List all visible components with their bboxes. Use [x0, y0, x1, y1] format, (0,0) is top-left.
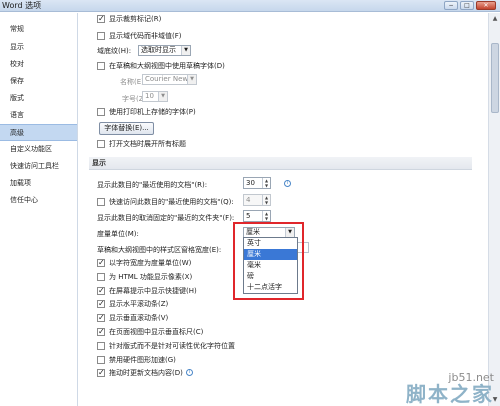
unpinned-folders-spinner[interactable]: 5 ▲ ▼ — [243, 210, 271, 222]
option-horizontal-scrollbar[interactable]: 显示水平滚动条(Z) — [97, 298, 168, 309]
vertical-scrollbar[interactable]: ▲ ▼ — [488, 13, 500, 406]
chevron-down-icon: ▼ — [187, 75, 196, 84]
checkbox[interactable] — [97, 107, 105, 116]
option-disable-hw-accel[interactable]: 禁用硬件图形加速(G) — [97, 354, 176, 365]
window-title: Word 选项 — [2, 1, 42, 10]
quick-access-recent-row[interactable]: 快速访问此数目的"最近使用的文档"(Q): — [97, 196, 234, 207]
checkbox[interactable] — [97, 139, 105, 148]
red-highlight-box — [233, 222, 304, 300]
checkbox[interactable] — [97, 286, 105, 295]
font-substitution-button[interactable]: 字体替换(E)... — [99, 122, 154, 135]
watermark-name: 脚本之家 — [406, 382, 494, 406]
minimize-button[interactable]: − — [444, 1, 458, 10]
spinner-arrows-icon[interactable]: ▲ ▼ — [262, 195, 270, 205]
field-shading-label: 域底纹(H): — [97, 46, 132, 55]
font-name-select[interactable]: Courier New ▼ — [142, 74, 197, 85]
sidebar-item-trust-center[interactable]: 信任中心 — [0, 192, 77, 209]
checkbox[interactable] — [97, 341, 105, 350]
recent-docs-row: 显示此数目的"最近使用的文档"(R): — [97, 179, 207, 190]
checkbox[interactable] — [97, 327, 105, 336]
sidebar: 常规 显示 校对 保存 版式 语言 高级 自定义功能区 快速访问工具栏 加载项 … — [0, 13, 78, 406]
checkbox[interactable] — [97, 368, 105, 377]
sidebar-item-layout[interactable]: 版式 — [0, 90, 77, 107]
title-bar: Word 选项 − □ ✕ — [0, 0, 500, 12]
info-icon: i — [284, 180, 291, 187]
spinner-arrows-icon[interactable]: ▲ ▼ — [262, 211, 270, 221]
checkbox[interactable] — [97, 197, 105, 206]
option-shortcut-tips[interactable]: 在屏幕提示中显示快捷键(H) — [97, 285, 197, 296]
spinner-arrows-icon[interactable]: ▲ ▼ — [262, 178, 270, 188]
info-icon: i — [185, 369, 193, 376]
close-button[interactable]: ✕ — [476, 1, 496, 10]
option-crop-marks[interactable]: 显示裁剪标记(R) — [97, 13, 161, 24]
display-section-header: 显示 — [89, 157, 472, 170]
style-area-width-row: 草稿和大纲视图中的样式区窗格宽度(E): — [97, 244, 221, 255]
maximize-button[interactable]: □ — [460, 1, 474, 10]
checkbox[interactable] — [97, 31, 105, 40]
checkbox[interactable] — [97, 272, 105, 281]
option-field-codes[interactable]: 显示域代码而非域值(F) — [97, 30, 182, 41]
scroll-up-icon[interactable]: ▲ — [490, 14, 500, 24]
chevron-down-icon: ▼ — [181, 46, 190, 55]
sidebar-item-quick-access-toolbar[interactable]: 快速访问工具栏 — [0, 158, 77, 175]
checkbox[interactable] — [97, 313, 105, 322]
style-area-width-label: 草稿和大纲视图中的样式区窗格宽度(E): — [97, 245, 222, 254]
sidebar-item-add-ins[interactable]: 加载项 — [0, 175, 77, 192]
option-printer-fonts[interactable]: 使用打印机上存储的字体(P) — [97, 106, 196, 117]
unpinned-folders-row: 显示此数目的取消固定的"最近的文件夹"(F): — [97, 212, 234, 223]
option-update-on-drag[interactable]: 拖动时更新文档内容(D) i — [97, 367, 193, 378]
checkbox[interactable] — [97, 258, 105, 267]
sidebar-item-advanced[interactable]: 高级 — [0, 124, 77, 141]
recent-docs-spinner[interactable]: 30 ▲ ▼ — [243, 177, 271, 189]
units-row: 度量单位(M): — [97, 228, 139, 239]
unpinned-folders-label: 显示此数目的取消固定的"最近的文件夹"(F): — [97, 213, 235, 222]
sidebar-item-customize-ribbon[interactable]: 自定义功能区 — [0, 141, 77, 158]
font-size-select[interactable]: 10 ▼ — [142, 91, 168, 102]
option-vertical-ruler[interactable]: 在页面视图中显示垂直标尺(C) — [97, 326, 203, 337]
sidebar-item-language[interactable]: 语言 — [0, 107, 77, 124]
option-optimize-layout[interactable]: 针对版式而不是针对可读性优化字符位置 — [97, 340, 235, 351]
sidebar-item-general[interactable]: 常规 — [0, 21, 77, 38]
watermark: jb51.net 脚本之家 — [406, 371, 494, 404]
option-expand-headings[interactable]: 打开文档时展开所有标题 — [97, 138, 186, 149]
field-shading-row: 域底纹(H): — [97, 45, 131, 56]
units-label: 度量单位(M): — [97, 229, 139, 238]
option-html-pixels[interactable]: 为 HTML 功能显示像素(X) — [97, 271, 192, 282]
checkbox[interactable] — [97, 61, 105, 70]
option-draft-font[interactable]: 在草稿和大纲视图中使用草稿字体(D) — [97, 60, 225, 71]
checkbox[interactable] — [97, 14, 105, 23]
quick-access-recent-spinner[interactable]: 4 ▲ ▼ — [243, 194, 271, 206]
recent-docs-label: 显示此数目的"最近使用的文档"(R): — [97, 180, 208, 189]
option-vertical-scrollbar[interactable]: 显示垂直滚动条(V) — [97, 312, 168, 323]
checkbox[interactable] — [97, 355, 105, 364]
option-char-width[interactable]: 以字符宽度为度量单位(W) — [97, 257, 191, 268]
window-controls: − □ ✕ — [444, 1, 496, 10]
field-shading-select[interactable]: 选取时显示 ▼ — [138, 45, 191, 56]
chevron-down-icon: ▼ — [158, 92, 167, 101]
sidebar-item-save[interactable]: 保存 — [0, 73, 77, 90]
sidebar-item-display[interactable]: 显示 — [0, 39, 77, 56]
sidebar-item-proofing[interactable]: 校对 — [0, 56, 77, 73]
checkbox[interactable] — [97, 299, 105, 308]
scroll-thumb[interactable] — [491, 43, 499, 113]
